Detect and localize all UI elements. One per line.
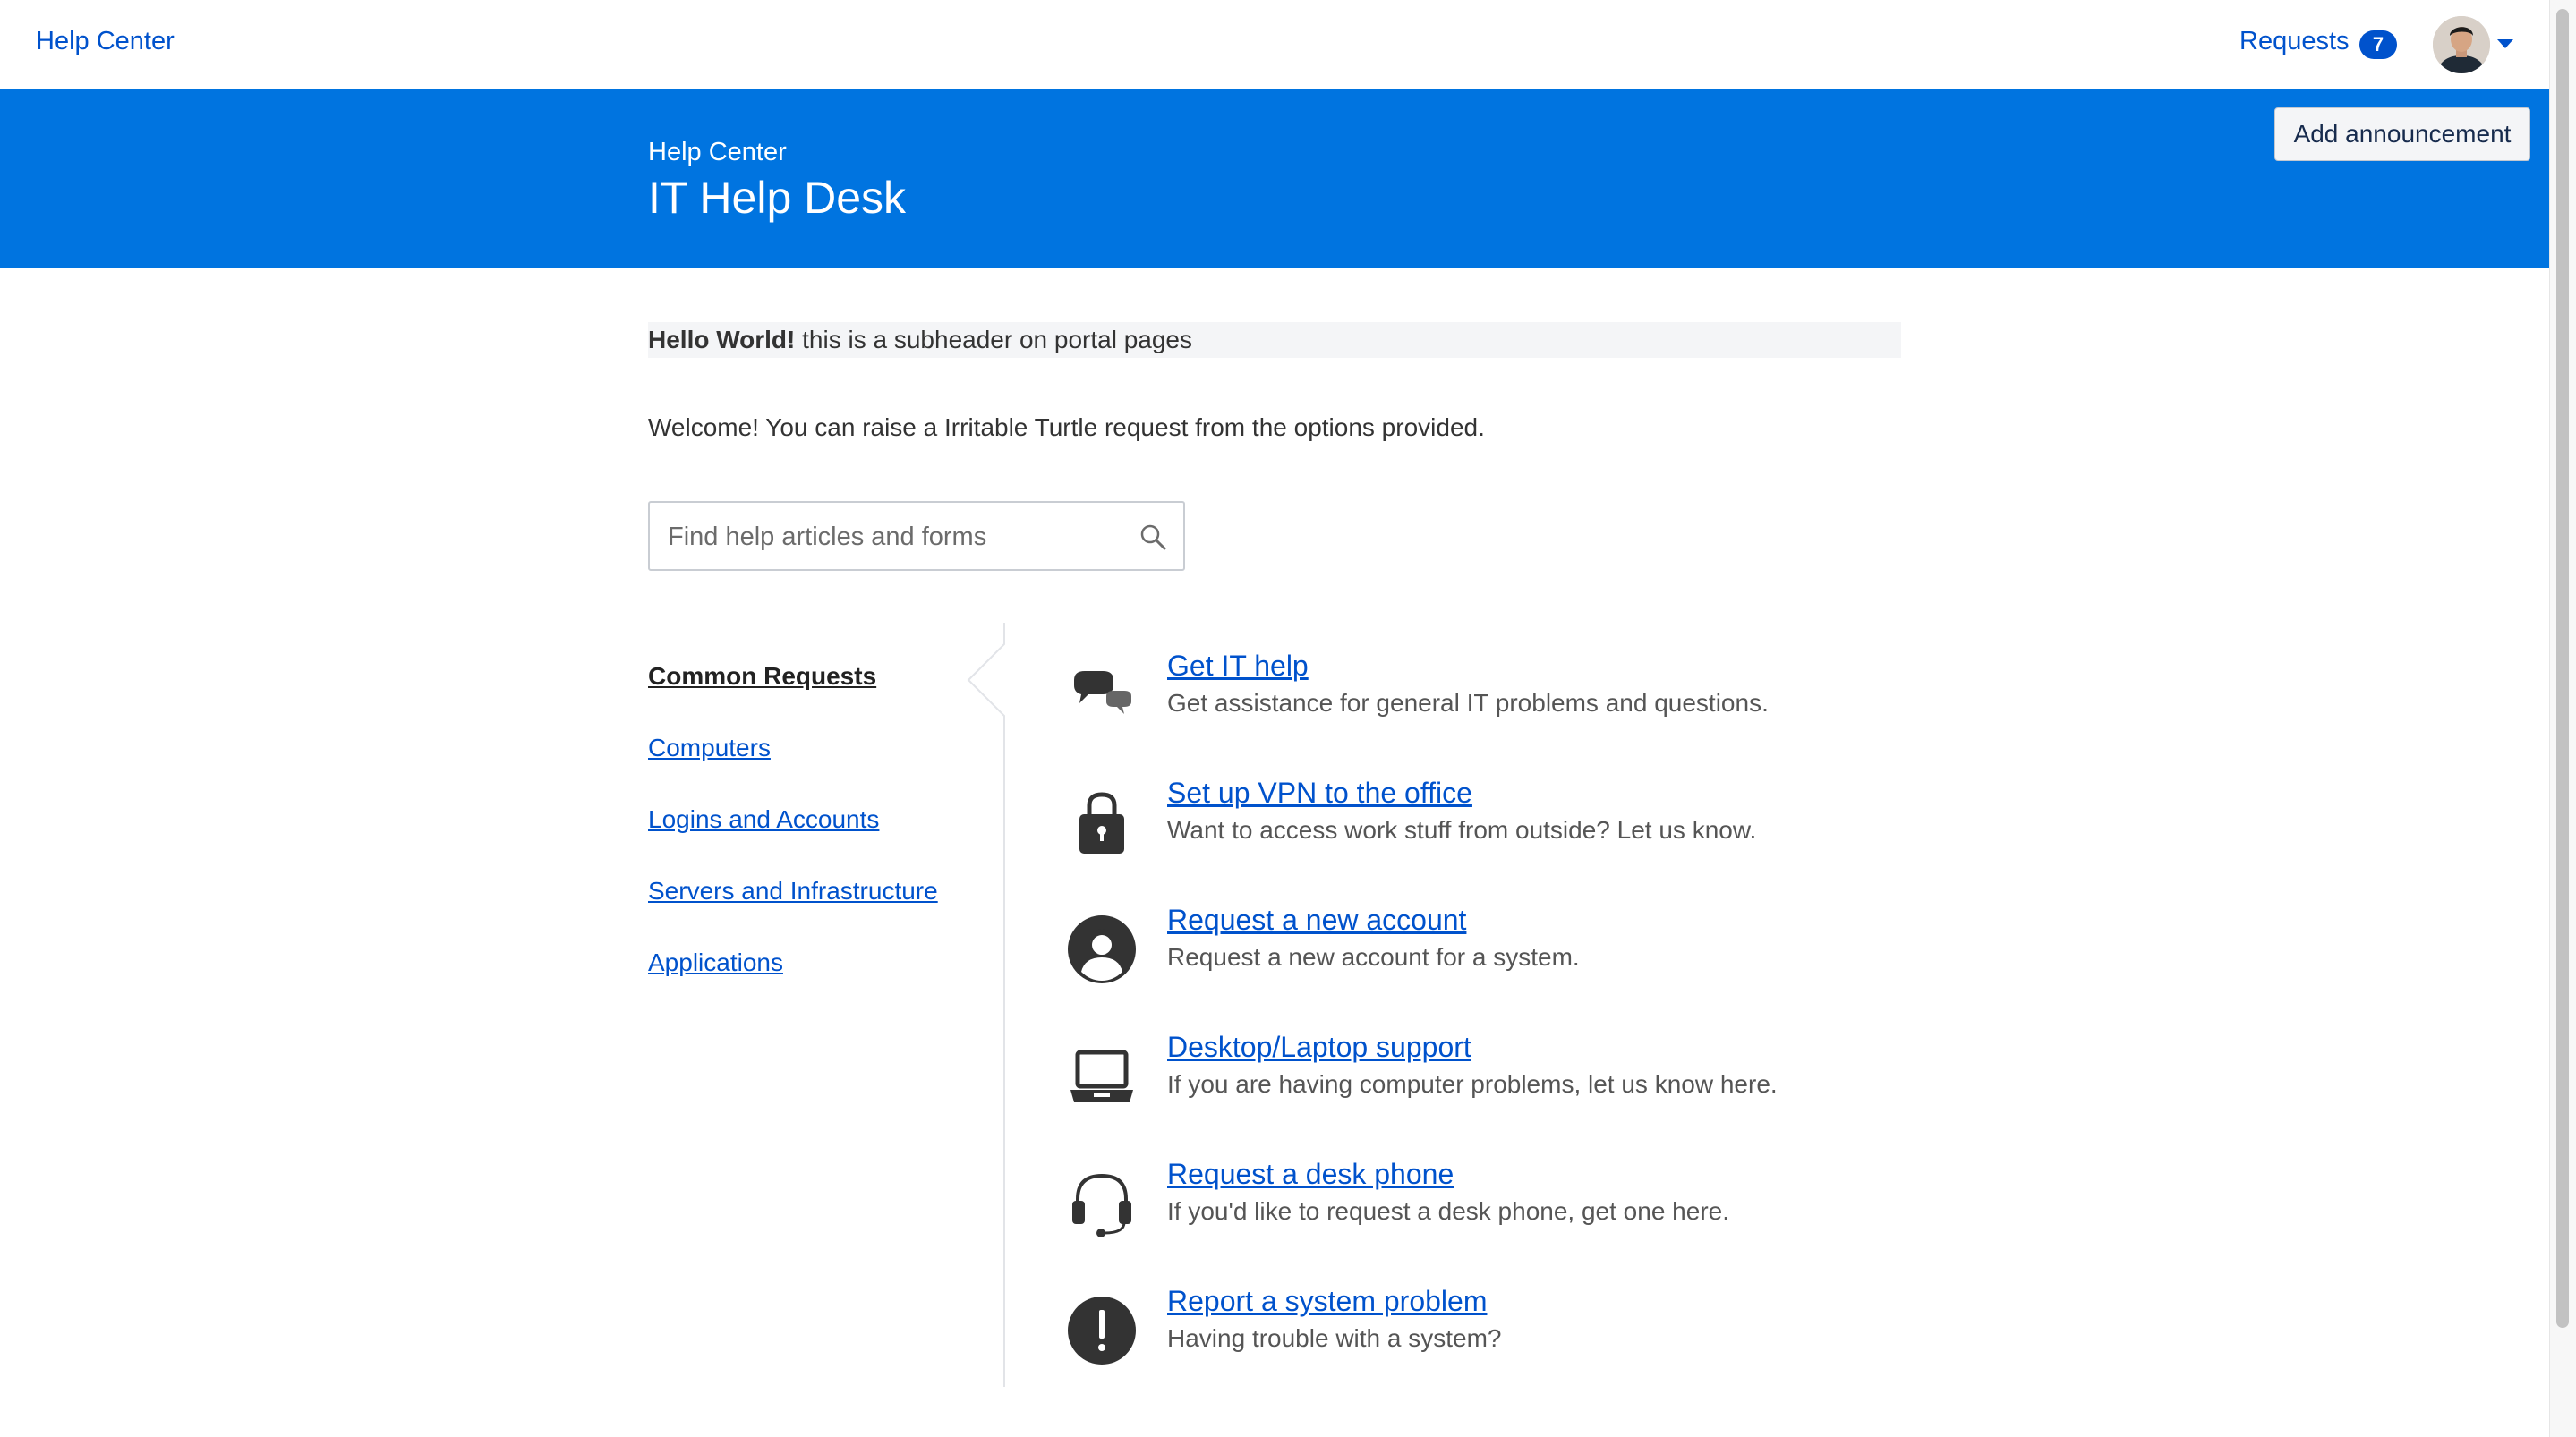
portal-banner: Help Center IT Help Desk Add announcemen… (0, 89, 2549, 268)
subheader-text: this is a subheader on portal pages (795, 326, 1192, 353)
search-icon[interactable] (1139, 523, 1167, 551)
breadcrumb[interactable]: Help Center (648, 138, 787, 167)
request-type-description: Having trouble with a system? (1167, 1324, 1502, 1352)
request-type-name[interactable]: Desktop/Laptop support (1167, 1031, 1471, 1064)
exclamation-icon (1068, 1297, 1136, 1365)
requests-count-badge[interactable]: 7 (2359, 30, 2397, 59)
help-center-link[interactable]: Help Center (36, 27, 175, 56)
request-type-item[interactable]: Request a desk phone If you'd like to re… (1065, 1158, 1871, 1256)
request-type-description: If you'd like to request a desk phone, g… (1167, 1197, 1729, 1225)
headset-icon (1072, 1173, 1131, 1237)
request-type-item[interactable]: Set up VPN to the office Want to access … (1065, 777, 1871, 875)
search-input[interactable] (668, 515, 1133, 558)
chevron-down-icon[interactable] (2497, 39, 2513, 48)
request-type-item[interactable]: Desktop/Laptop support If you are having… (1065, 1031, 1871, 1129)
subheader-bold-text: Hello World! (648, 326, 796, 353)
category-computers[interactable]: Computers (648, 734, 771, 762)
requests-link[interactable]: Requests (2239, 27, 2350, 56)
top-navigation: Help Center Requests 7 (0, 0, 2549, 89)
request-type-name[interactable]: Request a new account (1167, 904, 1466, 937)
search-box (648, 501, 1185, 571)
user-avatar[interactable] (2433, 16, 2490, 73)
request-type-description: Request a new account for a system. (1167, 943, 1580, 971)
category-applications[interactable]: Applications (648, 948, 783, 977)
request-type-item[interactable]: Request a new account Request a new acco… (1065, 904, 1871, 1002)
chat-bubbles-icon (1074, 671, 1131, 714)
request-type-name[interactable]: Set up VPN to the office (1167, 777, 1472, 810)
page-title: IT Help Desk (648, 173, 907, 223)
laptop-icon (1070, 1050, 1133, 1102)
request-type-description: Get assistance for general IT problems a… (1167, 689, 1769, 717)
request-type-name[interactable]: Report a system problem (1167, 1285, 1487, 1318)
request-type-item[interactable]: Get IT help Get assistance for general I… (1065, 650, 1871, 748)
padlock-icon (1079, 792, 1124, 854)
request-type-description: Want to access work stuff from outside? … (1167, 816, 1757, 844)
request-type-name[interactable]: Get IT help (1167, 650, 1309, 683)
category-servers-and-infrastructure[interactable]: Servers and Infrastructure (648, 877, 938, 906)
welcome-message: Welcome! You can raise a Irritable Turtl… (648, 413, 1485, 441)
user-account-icon (1068, 915, 1136, 983)
request-type-item[interactable]: Report a system problem Having trouble w… (1065, 1285, 1871, 1383)
request-type-name[interactable]: Request a desk phone (1167, 1158, 1454, 1191)
add-announcement-button[interactable]: Add announcement (2274, 107, 2530, 161)
category-logins-and-accounts[interactable]: Logins and Accounts (648, 805, 879, 834)
scrollbar-thumb[interactable] (2556, 9, 2569, 1328)
category-common-requests[interactable]: Common Requests (648, 662, 876, 691)
request-type-description: If you are having computer problems, let… (1167, 1070, 1778, 1098)
portal-subheader: Hello World! this is a subheader on port… (648, 322, 1901, 358)
avatar-image (2433, 16, 2490, 73)
